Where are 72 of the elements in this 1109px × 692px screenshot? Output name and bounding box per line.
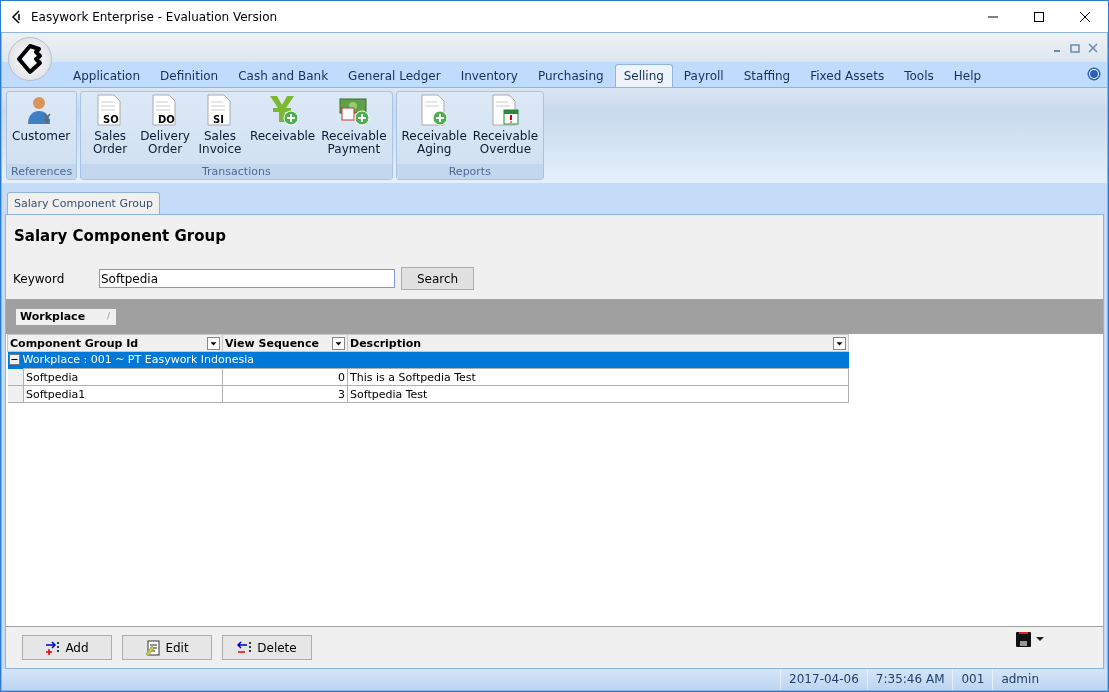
ribbon-tab[interactable]: General Ledger [339, 64, 450, 87]
column-header[interactable]: Component Group Id [7, 334, 223, 352]
dropdown-icon[interactable] [332, 336, 345, 350]
document-alert-icon [489, 94, 522, 126]
page-heading: Salary Component Group [14, 227, 227, 247]
group-chip[interactable]: Workplace / [16, 308, 117, 325]
status-field: 001 [952, 669, 993, 690]
action-button[interactable]: Add [22, 635, 112, 660]
sort-mark: / [107, 311, 111, 321]
collapse-icon[interactable] [8, 353, 20, 365]
ribbon-tab[interactable]: Fixed Assets [801, 64, 894, 87]
keyword-field[interactable]: Softpedia [99, 269, 395, 288]
group-title: Transactions [81, 164, 392, 179]
table-cell: Softpedia Test [347, 385, 849, 403]
ribbon-button[interactable]: Receivable [246, 92, 319, 164]
table-cell: This is a Softpedia Test [347, 368, 849, 386]
ribbon-button[interactable]: Receivable Aging [398, 92, 470, 164]
action-button[interactable]: Delete [222, 635, 312, 660]
ribbon-tab[interactable]: Purchasing [528, 64, 613, 87]
maximize-icon [1034, 11, 1044, 22]
dropdown-icon[interactable] [207, 336, 220, 350]
notepad-pencil-icon [145, 639, 162, 656]
restore-button[interactable] [1069, 41, 1081, 54]
table-cell: 0 [222, 368, 348, 386]
ribbon-tab[interactable]: Cash and Bank [229, 64, 338, 87]
app-logo[interactable] [8, 37, 52, 81]
ribbon-tab[interactable]: Definition [151, 64, 228, 87]
ribbon-tab[interactable]: Selling [614, 64, 673, 87]
table-cell: 3 [222, 385, 348, 403]
ribbon-tab[interactable]: Staffing [734, 64, 800, 87]
table-cell: Softpedia1 [23, 385, 223, 403]
status-field: 7:35:46 AM [866, 669, 953, 690]
ribbon-button[interactable]: Receivable Payment [318, 92, 390, 164]
ribbon-tab[interactable]: Help [944, 64, 991, 87]
document-plus-icon [418, 94, 451, 126]
chip-label: Workplace [20, 309, 86, 323]
restore-icon [1069, 41, 1081, 54]
help-icon[interactable] [1087, 67, 1101, 81]
group-label: Workplace : 001 ~ PT Easywork Indonesia [22, 352, 254, 366]
arrow-plus-icon [45, 640, 62, 655]
action-button[interactable]: Edit [122, 635, 212, 660]
app-icon [11, 9, 23, 24]
header-label: Component Group Id [10, 336, 139, 350]
header-label: Description [350, 336, 422, 350]
ribbon-tab[interactable]: Tools [895, 64, 943, 87]
keyword-label: Keyword [13, 271, 66, 286]
ribbon-tab[interactable]: Application [64, 64, 150, 87]
ribbon-tab[interactable]: Inventory [451, 64, 527, 87]
dropdown-icon[interactable] [833, 336, 846, 350]
ribbon-button[interactable]: Customer [9, 92, 74, 164]
document-tab[interactable]: Salary Component Group [7, 192, 160, 214]
ribbon-tab[interactable]: Payroll [674, 64, 733, 87]
search-button[interactable]: Search [401, 267, 474, 290]
close-icon [1080, 11, 1090, 22]
ribbon-button[interactable]: DO Delivery Order [137, 92, 193, 164]
ribbon-button[interactable]: Receivable Overdue [469, 92, 542, 164]
save-menu-icon[interactable] [1015, 630, 1045, 648]
table-cell: Softpedia [23, 368, 223, 386]
status-field: admin [992, 669, 1047, 690]
minimize-icon [1054, 49, 1060, 52]
window-title: Easywork Enterprise - Evaluation Version [31, 9, 279, 24]
column-header[interactable]: View Sequence [222, 334, 348, 352]
column-header[interactable]: Description [347, 334, 849, 352]
group-title: References [7, 164, 77, 179]
close-button[interactable] [1087, 41, 1099, 54]
ribbon-button[interactable]: SO Sales Order [83, 92, 138, 164]
close-icon [1087, 41, 1099, 54]
group-title: Reports [396, 164, 544, 179]
status-field: 2017-04-06 [780, 669, 867, 690]
header-label: View Sequence [225, 336, 319, 350]
arrow-minus-icon [237, 640, 254, 655]
ribbon-button[interactable]: SI Sales Invoice [192, 92, 247, 164]
